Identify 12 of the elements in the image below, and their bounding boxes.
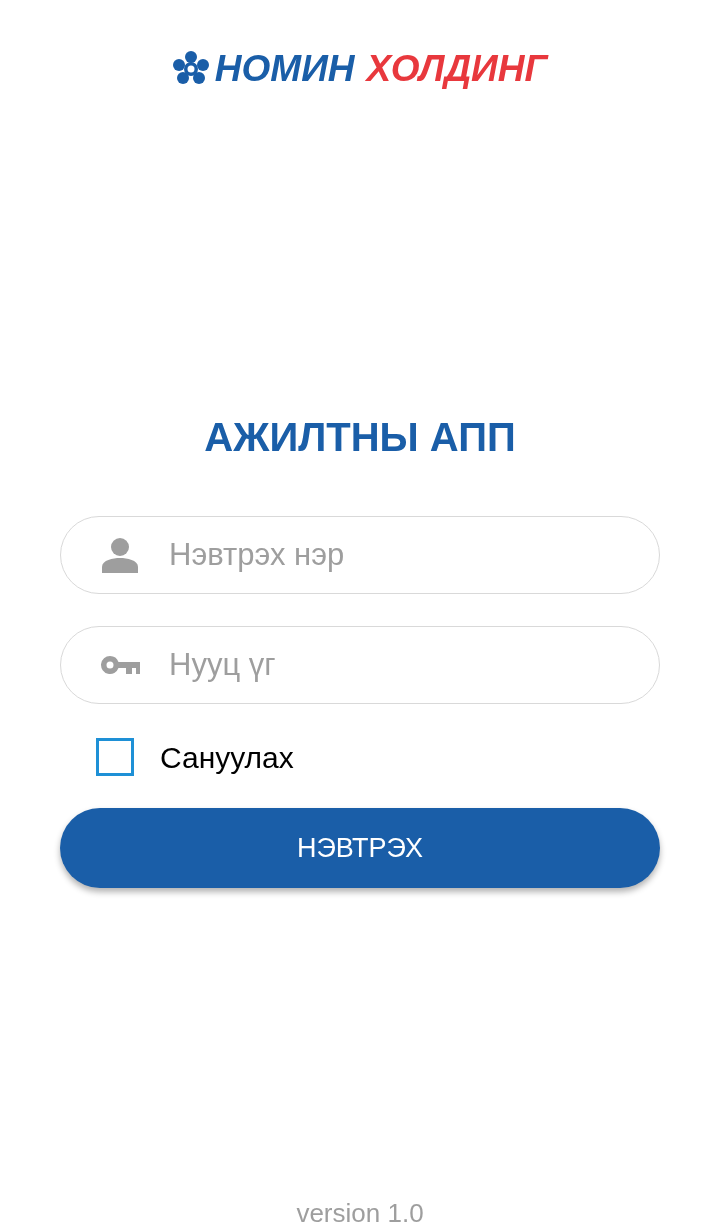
flower-logo-icon: [172, 51, 209, 85]
checkbox[interactable]: [96, 738, 134, 776]
version-label: version 1.0: [296, 1198, 424, 1228]
username-field[interactable]: Нэвтрэх нэр: [60, 516, 660, 594]
password-field[interactable]: Нууц үг: [60, 626, 660, 704]
checkbox-label[interactable]: Сануулах: [160, 734, 294, 780]
app-title: АЖИЛТНЫ АПП: [204, 415, 516, 459]
login-button[interactable]: НЭВТРЭХ: [60, 808, 660, 888]
key-icon: [100, 655, 140, 675]
user-icon: [101, 537, 139, 573]
logo-text: ХОЛДИНГ: [366, 49, 548, 87]
logo-text: НОМИН: [214, 49, 355, 87]
